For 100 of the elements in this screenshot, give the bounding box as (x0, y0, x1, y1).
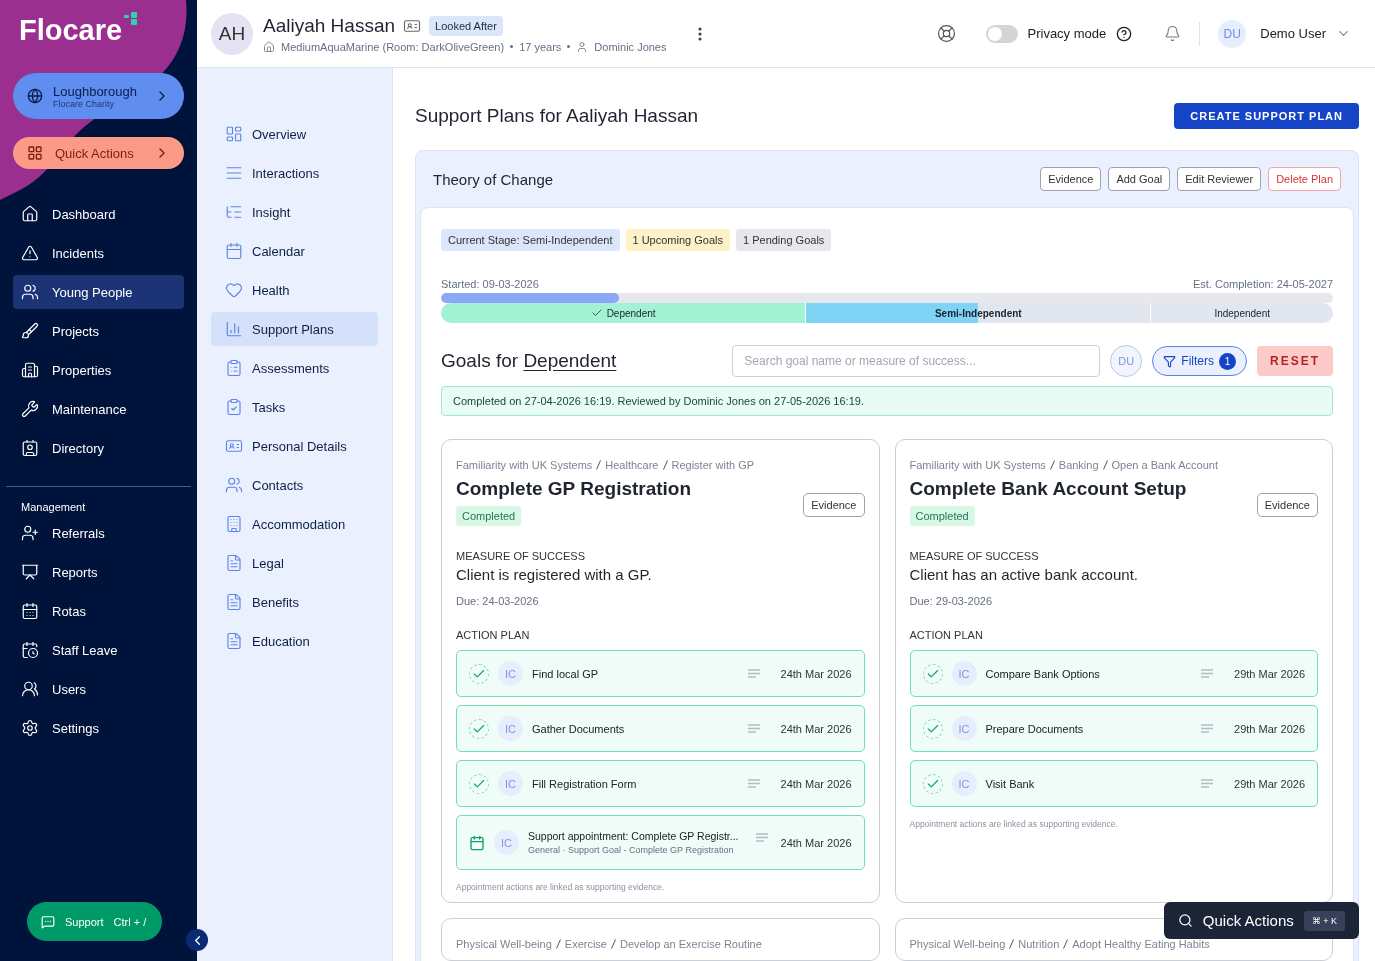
section-label: ACTION PLAN (456, 629, 531, 641)
nav-item[interactable]: Rotas (13, 594, 184, 628)
people-icon (21, 680, 39, 698)
action-item[interactable]: IC Prepare Documents 29th Mar 2026 (909, 705, 1318, 752)
more-menu-button[interactable] (698, 26, 703, 41)
action-title: Prepare Documents (985, 722, 1085, 735)
nav-item[interactable]: Reports (13, 555, 184, 589)
slash-icon (1102, 460, 1108, 470)
help-button[interactable] (1116, 25, 1133, 42)
building-icon (21, 361, 39, 379)
search-field[interactable]: Search goal name or measure of success... (732, 345, 1101, 377)
nav-item[interactable]: Properties (13, 353, 184, 387)
collapse-button[interactable] (186, 929, 208, 951)
nav-item[interactable]: Users (13, 672, 184, 706)
action-item[interactable]: IC Visit Bank 29th Mar 2026 (909, 760, 1318, 807)
status-badge: Completed (456, 506, 522, 526)
slash-icon (662, 460, 668, 470)
nav-item[interactable]: Directory (13, 431, 184, 465)
breadcrumb-item[interactable]: Register with GP (671, 459, 755, 471)
logo: Flocare (19, 14, 184, 60)
nav-item[interactable]: Young People (13, 275, 184, 309)
breadcrumb-item[interactable]: Banking (1058, 459, 1099, 471)
nav-item[interactable]: Education (211, 624, 378, 658)
slash-icon (555, 939, 561, 949)
nav-item[interactable]: Personal Details (211, 429, 378, 463)
action-item[interactable]: IC Fill Registration Form 24th Mar 2026 (456, 760, 865, 807)
people-icon (21, 283, 39, 301)
nav-item[interactable]: Accommodation (211, 507, 378, 541)
privacy-toggle[interactable] (985, 24, 1018, 43)
lifebuoy-button[interactable] (936, 24, 956, 43)
nav-item[interactable]: Contacts (211, 468, 378, 502)
plan-button[interactable]: Evidence (1040, 167, 1102, 191)
nav-item[interactable]: Health (211, 273, 378, 307)
breadcrumb-item[interactable]: Familiarity with UK Systems (456, 459, 593, 471)
goal-title: Complete GP Registration (456, 478, 692, 500)
nav-item[interactable]: Support Plans (211, 312, 378, 346)
assignee-avatar: IC (951, 716, 977, 741)
action-item[interactable]: IC Support appointment: Complete GP Registr... General · Support Goal - Complete GP Registration 24th Mar 2026 (456, 815, 865, 870)
breadcrumb-item[interactable]: Adopt Healthy Eating Habits (1072, 938, 1210, 950)
nav-item[interactable]: Maintenance (13, 392, 184, 426)
nav-item[interactable]: Tasks (211, 390, 378, 424)
quick-actions-bar[interactable]: Quick Actions ⌘ + K (1163, 902, 1359, 939)
goals-heading: Goals for Dependent (441, 350, 618, 372)
breadcrumb-item[interactable]: Nutrition (1018, 938, 1060, 950)
nav-item[interactable]: Assessments (211, 351, 378, 385)
nav-item[interactable]: Overview (211, 117, 378, 151)
breadcrumb-item[interactable]: Open a Bank Account (1111, 459, 1218, 471)
breadcrumb-item[interactable]: Physical Well-being (909, 938, 1006, 950)
reset-button[interactable]: RESET (1257, 346, 1333, 376)
nav-item[interactable]: Dashboard (13, 197, 184, 231)
note-text: Appointment actions are linked as supporting evidence. (909, 819, 1119, 829)
assignee-avatar: IC (498, 661, 523, 686)
breadcrumb-item[interactable]: Exercise (564, 938, 607, 950)
vertical-dots-icon (698, 26, 703, 41)
action-date: 24th Mar 2026 (780, 667, 852, 680)
action-item[interactable]: IC Gather Documents 24th Mar 2026 (456, 705, 865, 752)
nav-item[interactable]: Incidents (13, 236, 184, 270)
nav-item[interactable]: Projects (13, 314, 184, 348)
nav-item[interactable]: Staff Leave (13, 633, 184, 667)
notes-icon (747, 724, 760, 733)
support-button[interactable]: Support Ctrl + / (27, 902, 162, 941)
breadcrumb-item[interactable]: Physical Well-being (456, 938, 552, 950)
action-item[interactable]: IC Find local GP 24th Mar 2026 (456, 650, 865, 697)
breadcrumb-item[interactable]: Familiarity with UK Systems (909, 459, 1046, 471)
organisation-switcher[interactable]: Loughborough Flocare Charity (13, 73, 184, 119)
due-date: Due: 24-03-2026 (456, 595, 540, 607)
completion-date: Est. Completion: 24-05-2027 (1192, 278, 1333, 290)
evidence-button[interactable]: Evidence (803, 493, 865, 517)
plan-button[interactable]: Add Goal (1108, 167, 1171, 191)
notifications-button[interactable] (1164, 25, 1182, 42)
house-icon (21, 205, 39, 223)
wrench-icon (21, 400, 39, 418)
action-date: 29th Mar 2026 (1234, 722, 1305, 735)
evidence-button[interactable]: Evidence (1256, 493, 1318, 517)
logo-mark-icon (124, 12, 139, 26)
breadcrumb-item[interactable]: Healthcare (605, 459, 659, 471)
age-text: 17 years (519, 40, 562, 53)
plan-button[interactable]: Edit Reviewer (1177, 167, 1262, 191)
heart-icon (225, 281, 243, 299)
nav-item[interactable]: Settings (13, 711, 184, 745)
slash-icon (1063, 939, 1069, 949)
create-support-plan-button[interactable]: CREATE SUPPORT PLAN (1174, 103, 1359, 129)
user-plus-icon (21, 524, 39, 542)
breadcrumb-item[interactable]: Develop an Exercise Routine (620, 938, 762, 950)
filters-button[interactable]: Filters 1 (1152, 346, 1247, 376)
action-title: Support appointment: Complete GP Registr... (528, 830, 740, 842)
assignee-avatar: IC (951, 771, 977, 796)
nav-item[interactable]: Benefits (211, 585, 378, 619)
plan-button[interactable]: Delete Plan (1268, 167, 1341, 191)
quick-actions-button[interactable]: Quick Actions (13, 137, 184, 169)
nav-item[interactable]: Legal (211, 546, 378, 580)
nav-item[interactable]: Calendar (211, 234, 378, 268)
nav-item[interactable]: Insight (211, 195, 378, 229)
nav-item[interactable]: Referrals (13, 516, 184, 550)
section-label: Management (20, 501, 87, 513)
action-item[interactable]: IC Compare Bank Options 29th Mar 2026 (909, 650, 1318, 697)
action-subtitle: General · Support Goal - Complete GP Registration (528, 845, 735, 855)
nav-item[interactable]: Interactions (211, 156, 378, 190)
chat-icon (41, 914, 55, 929)
lifebuoy-icon (936, 24, 956, 43)
